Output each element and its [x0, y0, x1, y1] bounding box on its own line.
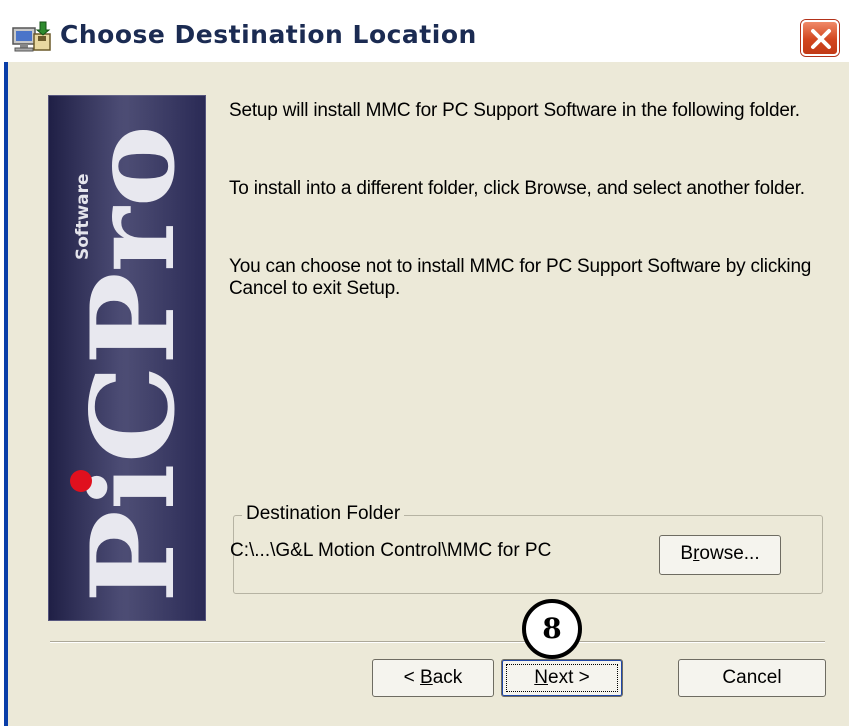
installer-computer-icon: [10, 20, 54, 54]
next-button[interactable]: Next >: [501, 659, 623, 697]
cancel-button[interactable]: Cancel: [678, 659, 826, 697]
destination-path: C:\...\G&L Motion Control\MMC for PC: [230, 540, 552, 561]
cancel-instruction-paragraph: You can choose not to install MMC for PC…: [229, 256, 812, 299]
browse-button[interactable]: Browse...: [659, 535, 781, 575]
close-button[interactable]: [801, 20, 839, 56]
logo-tagline-text: Software: [73, 173, 93, 260]
window-frame: [4, 62, 8, 726]
step-callout: 8: [522, 599, 582, 659]
title-bar: Choose Destination Location: [0, 0, 849, 62]
back-button[interactable]: < Back: [372, 659, 494, 697]
window-title: Choose Destination Location: [60, 20, 477, 49]
picpro-logo: PiCPro Software: [48, 95, 206, 621]
logo-red-dot: [70, 470, 92, 492]
dialog-body: PiCPro Software Setup will install MMC f…: [4, 62, 849, 726]
browse-instruction-paragraph: To install into a different folder, clic…: [229, 178, 805, 199]
intro-paragraph: Setup will install MMC for PC Support So…: [229, 100, 800, 121]
browse-button-label: Browse...: [680, 543, 760, 564]
next-button-label: Next >: [534, 667, 590, 688]
destination-folder-label: Destination Folder: [242, 503, 405, 525]
back-button-label: < Back: [403, 667, 463, 688]
button-separator: [50, 641, 825, 643]
